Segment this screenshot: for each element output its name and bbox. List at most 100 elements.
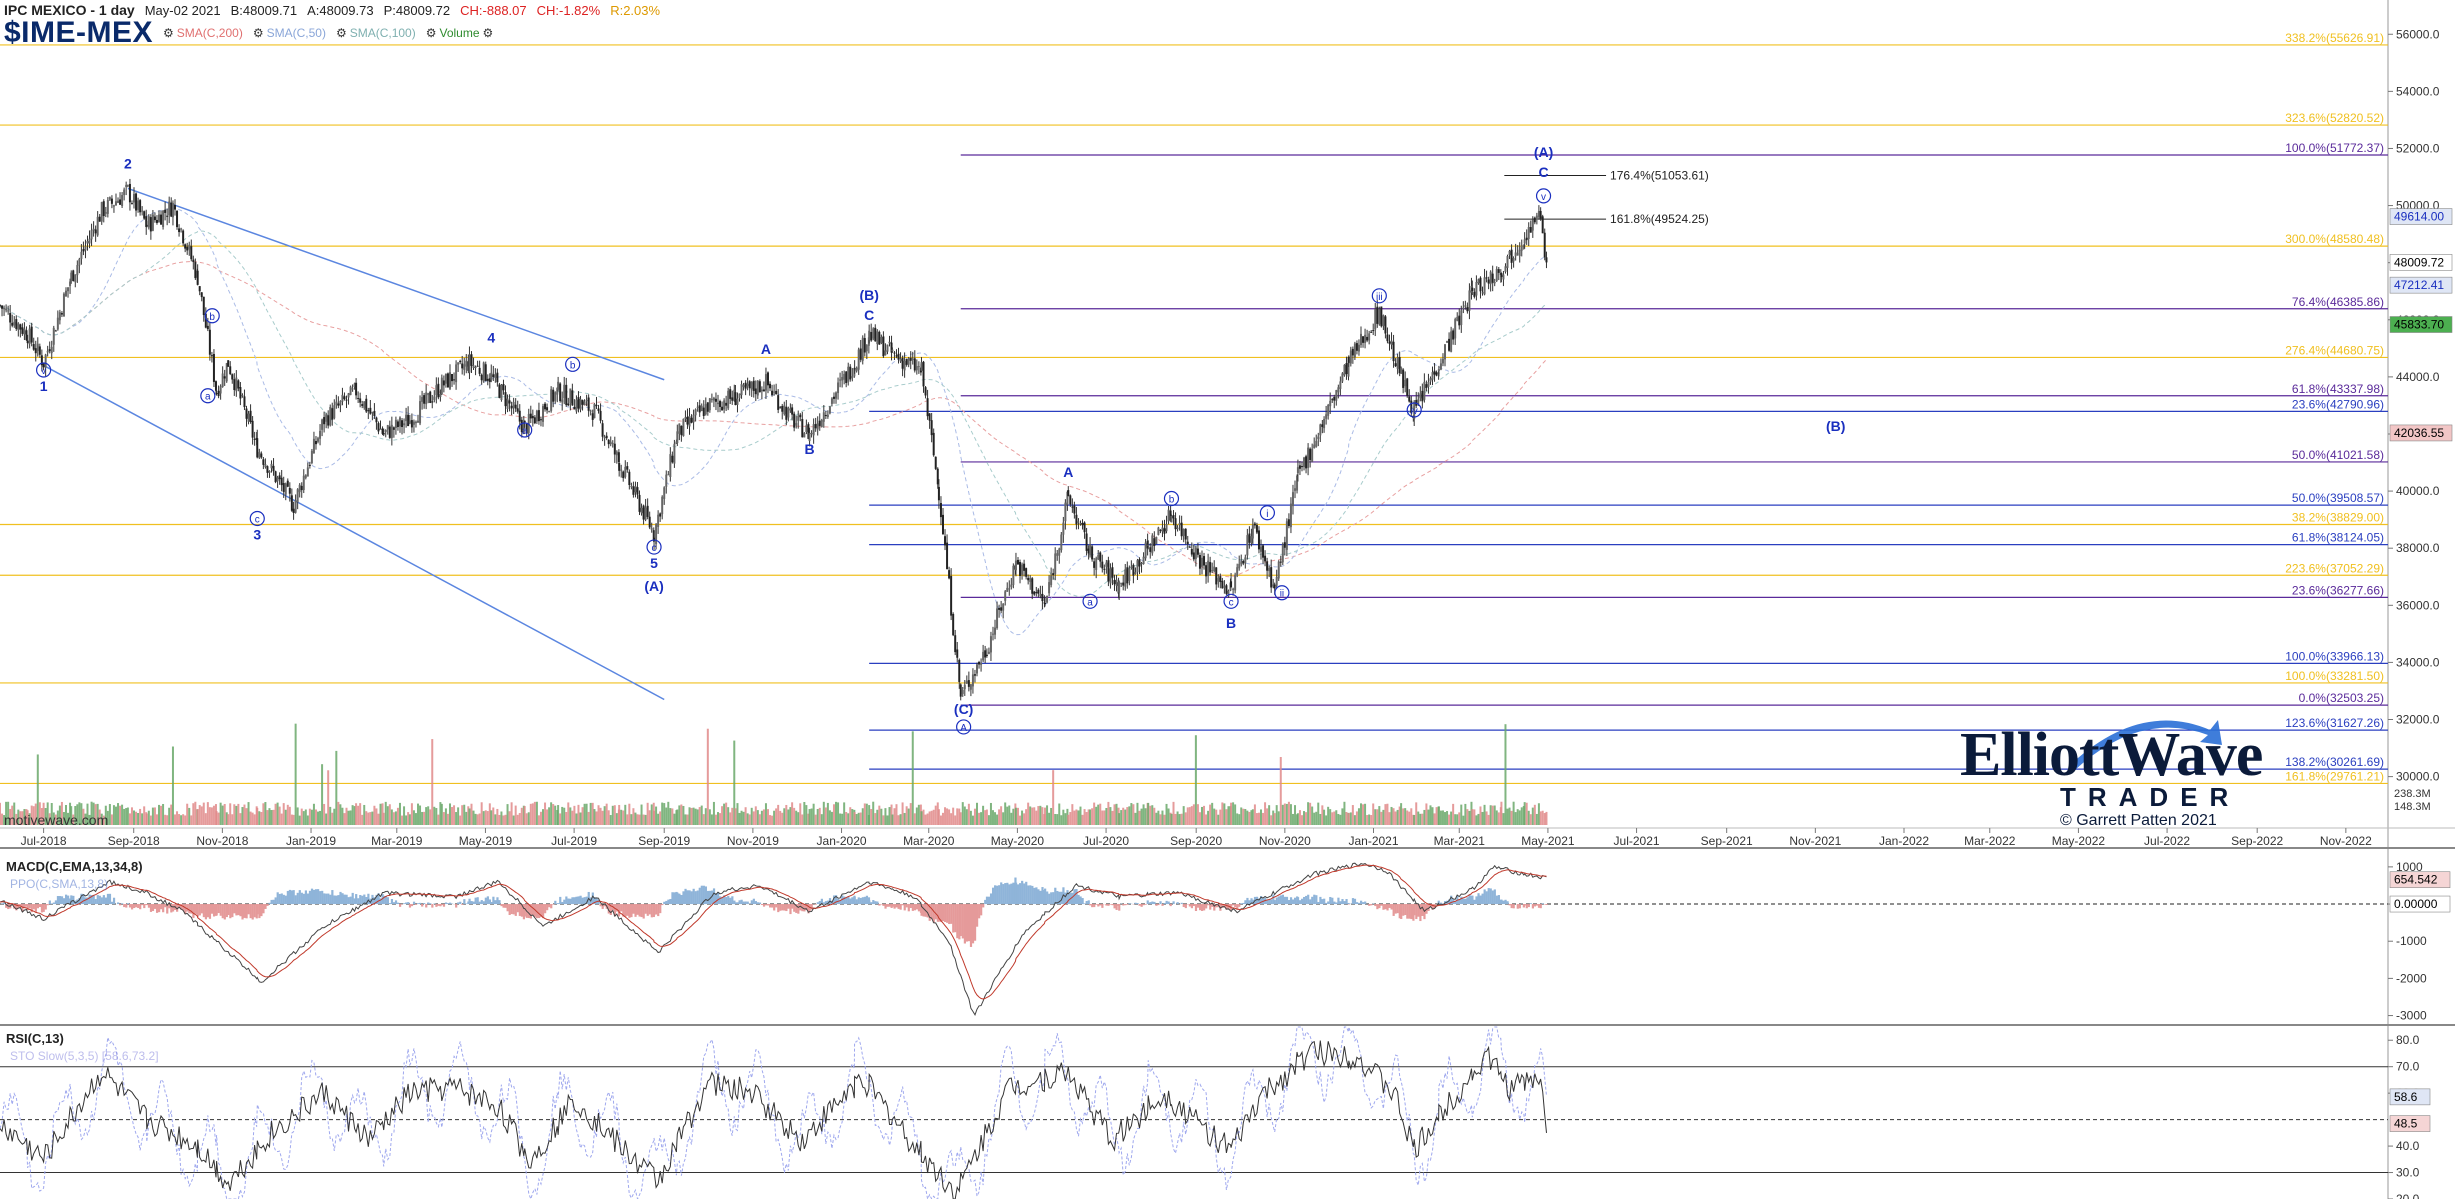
price-bar-body: [725, 403, 727, 406]
price-bar-body: [11, 323, 13, 326]
macd-histogram-bar: [960, 904, 962, 936]
price-bar-body: [1248, 534, 1250, 543]
price-bar-body: [759, 381, 761, 392]
rsi-title: RSI(C,13): [6, 1031, 64, 1046]
volume-bar: [1044, 808, 1046, 825]
volume-bar: [1532, 808, 1534, 825]
price-bar-body: [680, 426, 682, 435]
macd-histogram-bar: [1370, 904, 1372, 905]
price-bar-body: [1526, 238, 1528, 240]
volume-bar: [252, 813, 254, 825]
macd-histogram-bar: [1490, 888, 1492, 904]
indicator-sma50[interactable]: ⚙ SMA(C,50): [253, 26, 326, 40]
indicator-sma200[interactable]: ⚙ SMA(C,200): [163, 26, 243, 40]
price-bar-body: [998, 608, 1000, 610]
volume-bar: [1238, 814, 1240, 825]
price-bar-body: [1058, 548, 1060, 555]
price-bar-body: [1054, 553, 1056, 573]
volume-bar: [1354, 815, 1356, 825]
volume-bar: [1151, 805, 1153, 825]
price-bar-body: [851, 376, 853, 378]
volume-bar: [1203, 806, 1205, 825]
macd-histogram-bar: [421, 904, 423, 907]
price-bar-body: [1488, 279, 1490, 283]
price-bar-body: [515, 405, 517, 409]
wave-label: v: [1541, 192, 1546, 203]
macd-histogram-bar: [1082, 898, 1084, 904]
wave-label: v: [41, 366, 46, 377]
macd-histogram-bar: [207, 904, 209, 917]
date-tick-label: Jul-2021: [1614, 834, 1660, 848]
volume-bar: [1058, 804, 1060, 825]
macd-histogram-bar: [239, 904, 241, 916]
indicator-sma100[interactable]: ⚙ SMA(C,100): [336, 26, 416, 40]
macd-histogram-bar: [565, 896, 567, 904]
macd-histogram-bar: [849, 898, 851, 904]
fib-label: 61.8%(38124.05): [2292, 531, 2384, 545]
volume-bar: [1540, 811, 1542, 825]
volume-bar: [819, 808, 821, 825]
price-bar-body: [1181, 523, 1183, 537]
macd-histogram-bar: [1513, 904, 1515, 908]
price-bar-body: [1376, 307, 1378, 324]
volume-bar: [1368, 814, 1370, 825]
price-bar-body: [569, 388, 571, 403]
price-bar-body: [729, 389, 731, 399]
gear-icon[interactable]: ⚙: [253, 26, 264, 40]
chart-canvas[interactable]: Jul-2018Sep-2018Nov-2018Jan-2019Mar-2019…: [0, 0, 2455, 1199]
price-bar-body: [1331, 399, 1333, 400]
volume-bar: [1181, 814, 1183, 825]
macd-histogram-bar: [895, 904, 897, 907]
price-bar-body: [884, 350, 886, 355]
price-bar-body: [986, 655, 988, 656]
volume-bar: [1360, 803, 1362, 825]
price-bar-body: [1120, 583, 1122, 584]
price-bar-body: [958, 660, 960, 682]
volume-bar: [437, 815, 439, 825]
price-bar-body: [914, 358, 916, 370]
price-bar-body: [878, 332, 880, 345]
macd-histogram-bar: [229, 904, 231, 918]
macd-histogram-bar: [882, 904, 884, 906]
price-bar-body: [1069, 495, 1071, 504]
price-bar-body: [1010, 585, 1012, 588]
gear-icon[interactable]: ⚙: [483, 26, 494, 40]
volume-bar: [1397, 810, 1399, 825]
volume-bar: [651, 804, 653, 825]
price-bar-body: [636, 487, 638, 494]
volume-bar: [676, 809, 678, 825]
gear-icon[interactable]: ⚙: [163, 26, 174, 40]
price-bar-body: [1159, 530, 1161, 531]
price-bar-body: [121, 195, 123, 206]
macd-histogram-bar: [224, 904, 226, 919]
price-bar-body: [15, 319, 17, 329]
wave-label: (C): [954, 701, 973, 717]
volume-bar: [143, 806, 145, 825]
wave-label: (B): [859, 287, 878, 303]
macd-histogram-bar: [1195, 904, 1197, 911]
volume-bar: [1494, 806, 1496, 825]
macd-histogram-bar: [186, 904, 188, 911]
macd-histogram-bar: [669, 899, 671, 904]
volume-bar: [397, 808, 399, 825]
fib-label: 161.8%(29761.21): [2285, 769, 2384, 783]
price-bar-body: [1046, 596, 1048, 603]
gear-icon[interactable]: ⚙: [336, 26, 347, 40]
macd-histogram-bar: [1105, 904, 1107, 906]
price-bar-body: [841, 377, 843, 380]
price-bar-body: [441, 378, 443, 395]
volume-bar: [1015, 808, 1017, 825]
macd-histogram-bar: [942, 904, 944, 921]
macd-histogram-bar: [1136, 903, 1138, 904]
volume-bar: [835, 802, 837, 825]
volume-bar: [170, 805, 172, 825]
price-bar-body: [734, 392, 736, 405]
price-bar-body: [293, 509, 295, 513]
gear-icon[interactable]: ⚙: [426, 26, 437, 40]
macd-histogram-bar: [427, 902, 429, 904]
indicator-volume[interactable]: ⚙ Volume ⚙: [426, 26, 494, 40]
macd-histogram-bar: [886, 904, 888, 907]
macd-histogram-bar: [1313, 895, 1315, 904]
price-bar-body: [1425, 384, 1427, 388]
macd-histogram-bar: [1124, 904, 1126, 905]
